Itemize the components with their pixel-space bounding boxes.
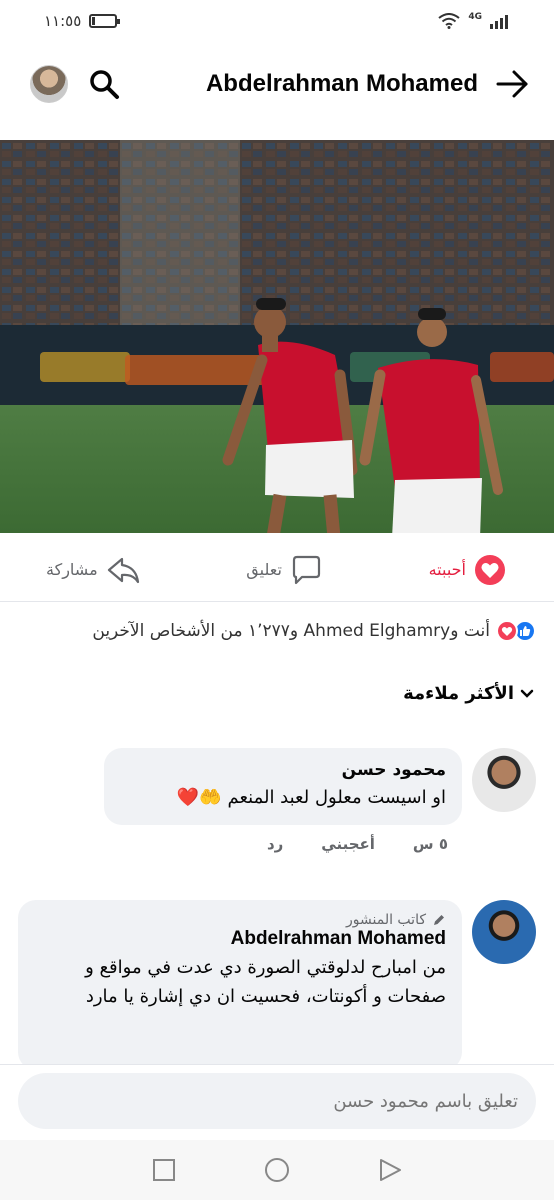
- share-label: مشاركة: [46, 560, 98, 579]
- love-reaction-icon: [496, 620, 518, 642]
- profile-avatar[interactable]: [30, 65, 68, 103]
- comment-input[interactable]: [18, 1073, 536, 1129]
- search-icon[interactable]: [88, 68, 120, 100]
- comment-like-button[interactable]: أعجبني: [321, 835, 375, 853]
- commenter-avatar[interactable]: [472, 748, 536, 812]
- author-tag-label: كاتب المنشور: [346, 912, 426, 928]
- header-left: [30, 65, 120, 103]
- status-bar: ١١:٥٥ 4G: [0, 0, 554, 42]
- post-header: Abdelrahman Mohamed: [0, 42, 554, 126]
- comment-text: او اسيست معلول لعبد المنعم 🤲❤️: [176, 787, 446, 808]
- comment-bubble: محمود حسن او اسيست معلول لعبد المنعم 🤲❤️: [104, 748, 462, 825]
- author-badge: كاتب المنشور: [34, 912, 446, 928]
- author-avatar[interactable]: [472, 900, 536, 964]
- comment-bubble: كاتب المنشور Abdelrahman Mohamed من امبا…: [18, 900, 462, 1070]
- comment-icon: [292, 555, 321, 584]
- network-label: 4G: [468, 12, 482, 22]
- system-nav-bar: [0, 1140, 554, 1200]
- comment-item: كاتب المنشور Abdelrahman Mohamed من امبا…: [18, 900, 536, 1070]
- back-arrow-icon[interactable]: [496, 69, 530, 99]
- comment-time: ٥ س: [412, 834, 448, 853]
- pencil-icon: [434, 915, 444, 925]
- reactions-text: أنت وAhmed Elghamry و١٬٢٧٧ من الأشخاص ال…: [92, 621, 490, 641]
- recent-apps-icon[interactable]: [152, 1158, 176, 1182]
- post-actions: مشاركة تعليق أحببته: [0, 538, 554, 602]
- reaction-icons: [496, 620, 536, 642]
- share-button[interactable]: مشاركة: [46, 555, 140, 585]
- comment-text: من امبارح لدلوقتي الصورة دي عدت في مواقع…: [85, 957, 446, 1007]
- share-icon: [107, 557, 139, 583]
- comment-meta: ٥ س أعجبني رد: [104, 835, 462, 853]
- like-button[interactable]: أحببته: [429, 554, 506, 586]
- comment-reply-button[interactable]: رد: [267, 835, 283, 853]
- comment-sort-dropdown[interactable]: الأكثر ملاءمة: [403, 683, 534, 704]
- comment-button[interactable]: تعليق: [246, 555, 322, 585]
- signal-icon: [490, 13, 508, 29]
- author-name[interactable]: Abdelrahman Mohamed: [34, 928, 446, 950]
- heart-reaction-icon: [475, 554, 505, 585]
- status-left: ١١:٥٥: [44, 12, 121, 30]
- comment-composer: [0, 1064, 554, 1140]
- reactions-summary[interactable]: أنت وAhmed Elghamry و١٬٢٧٧ من الأشخاص ال…: [92, 620, 536, 642]
- battery-icon: [89, 14, 121, 28]
- football-photo-illustration: [0, 140, 554, 533]
- commenter-name[interactable]: محمود حسن: [120, 760, 446, 780]
- header-right: Abdelrahman Mohamed: [206, 69, 530, 99]
- like-label: أحببته: [428, 560, 466, 579]
- post-photo[interactable]: [0, 140, 554, 533]
- status-time: ١١:٥٥: [44, 12, 82, 30]
- page-title: Abdelrahman Mohamed: [205, 70, 478, 97]
- back-icon[interactable]: [378, 1158, 402, 1182]
- comment-item: محمود حسن او اسيست معلول لعبد المنعم 🤲❤️…: [104, 748, 536, 853]
- comment-label: تعليق: [246, 560, 282, 579]
- status-right: 4G: [438, 12, 508, 29]
- wifi-icon: [438, 13, 460, 29]
- chevron-down-icon: [520, 689, 534, 698]
- home-icon[interactable]: [264, 1157, 290, 1183]
- sort-label: الأكثر ملاءمة: [403, 683, 514, 704]
